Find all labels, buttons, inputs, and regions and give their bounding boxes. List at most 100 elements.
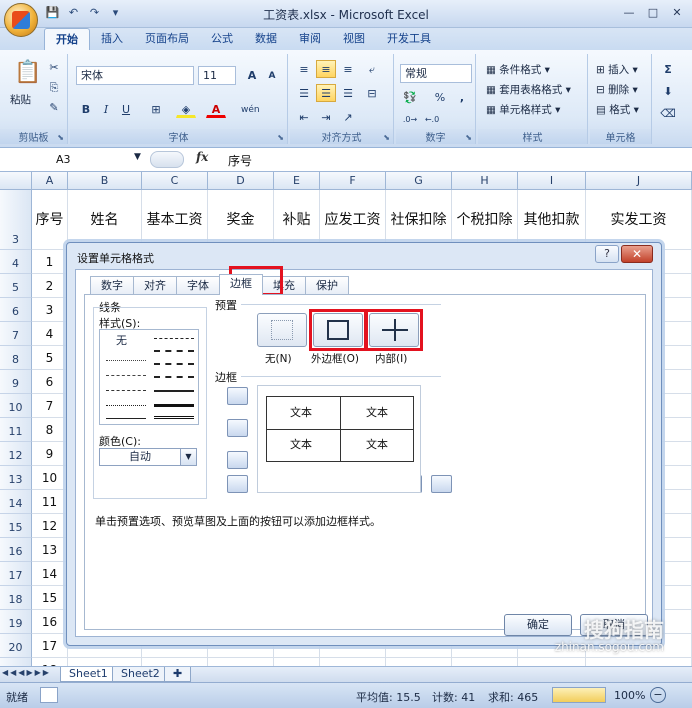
border-bottom-button[interactable]	[227, 451, 248, 469]
row-header[interactable]: 9	[0, 370, 32, 394]
tab-home[interactable]: 开始	[44, 28, 90, 50]
phonetic-button[interactable]: wén	[240, 100, 260, 118]
header-cell-other-deductions[interactable]: 其他扣款	[518, 190, 586, 250]
tab-data[interactable]: 数据	[244, 28, 288, 50]
table-cell[interactable]	[142, 658, 208, 666]
seq-cell[interactable]: 12	[32, 514, 68, 538]
conditional-format-button[interactable]: ▦ 条件格式 ▾	[486, 62, 550, 77]
increase-decimal-icon[interactable]: .0→	[400, 110, 420, 128]
formula-expand-handle[interactable]	[150, 151, 184, 168]
insert-sheet-icon[interactable]: ✚	[164, 667, 192, 682]
table-cell[interactable]	[68, 658, 142, 666]
border-preview[interactable]: 文本 文本 文本 文本	[257, 385, 421, 493]
row-header[interactable]: 8	[0, 346, 32, 370]
line-style-list[interactable]: 无	[99, 329, 199, 425]
dialog-tab-protection[interactable]: 保护	[305, 276, 349, 295]
preset-none-button[interactable]	[257, 313, 307, 347]
increase-indent-icon[interactable]: ⇥	[316, 108, 336, 126]
formula-input[interactable]: 序号	[228, 152, 252, 169]
delete-cells-button[interactable]: ⊟ 删除 ▾	[596, 82, 638, 97]
line-style-hair[interactable]	[106, 360, 146, 361]
close-window-button[interactable]: ✕	[666, 4, 688, 22]
seq-cell[interactable]: 15	[32, 586, 68, 610]
dialog-close-button[interactable]: ✕	[621, 245, 653, 263]
line-style-medium-dash-dot-dot[interactable]	[154, 338, 194, 339]
line-style-thick[interactable]	[154, 404, 194, 407]
column-header-b[interactable]: B	[68, 172, 142, 190]
format-cells-button[interactable]: ▤ 格式 ▾	[596, 102, 639, 117]
seq-cell[interactable]: 3	[32, 298, 68, 322]
column-header-c[interactable]: C	[142, 172, 208, 190]
dialog-tab-font[interactable]: 字体	[176, 276, 220, 295]
line-style-double[interactable]	[154, 416, 194, 419]
chevron-down-icon[interactable]: ▼	[180, 449, 196, 465]
row-header[interactable]: 7	[0, 322, 32, 346]
dialog-help-button[interactable]: ?	[595, 245, 619, 263]
clipboard-launcher-icon[interactable]: ⬊	[57, 133, 64, 142]
line-style-thin[interactable]	[106, 418, 146, 419]
seq-cell[interactable]: 5	[32, 346, 68, 370]
seq-cell[interactable]: 11	[32, 490, 68, 514]
clear-icon[interactable]: ⌫	[658, 104, 678, 122]
table-cell[interactable]	[208, 658, 274, 666]
header-cell-bonus[interactable]: 奖金	[208, 190, 274, 250]
column-header-g[interactable]: G	[386, 172, 452, 190]
line-style-medium-dashed[interactable]	[154, 376, 194, 378]
column-header-e[interactable]: E	[274, 172, 320, 190]
seq-cell[interactable]: 18	[32, 658, 68, 666]
seq-cell[interactable]: 16	[32, 610, 68, 634]
font-launcher-icon[interactable]: ⬊	[277, 133, 284, 142]
seq-cell[interactable]: 14	[32, 562, 68, 586]
autosum-button[interactable]: Σ	[658, 60, 678, 78]
line-style-none[interactable]: 无	[116, 332, 127, 348]
row-header[interactable]: 13	[0, 466, 32, 490]
orientation-icon[interactable]: ↗	[338, 108, 358, 126]
align-top-icon[interactable]: ≡	[294, 60, 314, 78]
number-format-combo[interactable]: 常规	[400, 64, 472, 83]
row-header[interactable]: 11	[0, 418, 32, 442]
minimize-button[interactable]: —	[618, 4, 640, 22]
shrink-font-button[interactable]: A	[262, 66, 282, 84]
dialog-tab-border[interactable]: 边框	[219, 274, 263, 295]
view-buttons[interactable]	[552, 687, 606, 703]
table-cell[interactable]	[320, 658, 386, 666]
insert-cells-button[interactable]: ⊞ 插入 ▾	[596, 62, 638, 77]
fill-color-icon[interactable]: ◈	[176, 100, 196, 118]
align-center-icon[interactable]: ☰	[316, 84, 336, 102]
row-header[interactable]: 10	[0, 394, 32, 418]
percent-button[interactable]: %	[430, 88, 450, 106]
border-inside-horizontal-button[interactable]	[227, 419, 248, 437]
column-header-h[interactable]: H	[452, 172, 518, 190]
column-header-a[interactable]: A	[32, 172, 68, 190]
copy-icon[interactable]: ⎘	[44, 78, 64, 96]
row-header[interactable]: 19	[0, 610, 32, 634]
header-cell-name[interactable]: 姓名	[68, 190, 142, 250]
fill-icon[interactable]: ⬇	[658, 82, 678, 100]
header-cell-base-salary[interactable]: 基本工资	[142, 190, 208, 250]
column-header-i[interactable]: I	[518, 172, 586, 190]
name-box[interactable]: A3	[6, 151, 146, 169]
column-header-j[interactable]: J	[586, 172, 692, 190]
seq-cell[interactable]: 6	[32, 370, 68, 394]
border-top-button[interactable]	[227, 387, 248, 405]
line-style-medium[interactable]	[154, 390, 194, 392]
bold-button[interactable]: B	[76, 100, 96, 118]
merge-center-icon[interactable]: ⊟	[362, 84, 382, 102]
format-as-table-button[interactable]: ▦ 套用表格格式 ▾	[486, 82, 571, 97]
underline-button[interactable]: U	[116, 100, 136, 118]
seq-cell[interactable]: 7	[32, 394, 68, 418]
paste-button[interactable]: 粘贴	[10, 92, 31, 107]
alignment-launcher-icon[interactable]: ⬊	[383, 133, 390, 142]
row-header[interactable]: 21	[0, 658, 32, 666]
name-box-dropdown-icon[interactable]: ▼	[134, 152, 141, 162]
align-right-icon[interactable]: ☰	[338, 84, 358, 102]
align-left-icon[interactable]: ☰	[294, 84, 314, 102]
paste-icon[interactable]: 📋	[14, 60, 41, 85]
macro-record-icon[interactable]	[40, 687, 58, 703]
cut-icon[interactable]: ✂	[44, 58, 64, 76]
font-name-combo[interactable]: 宋体	[76, 66, 194, 85]
line-style-dotted[interactable]	[106, 405, 146, 406]
row-header[interactable]: 16	[0, 538, 32, 562]
tab-insert[interactable]: 插入	[90, 28, 134, 50]
zoom-out-icon[interactable]: −	[650, 687, 666, 703]
